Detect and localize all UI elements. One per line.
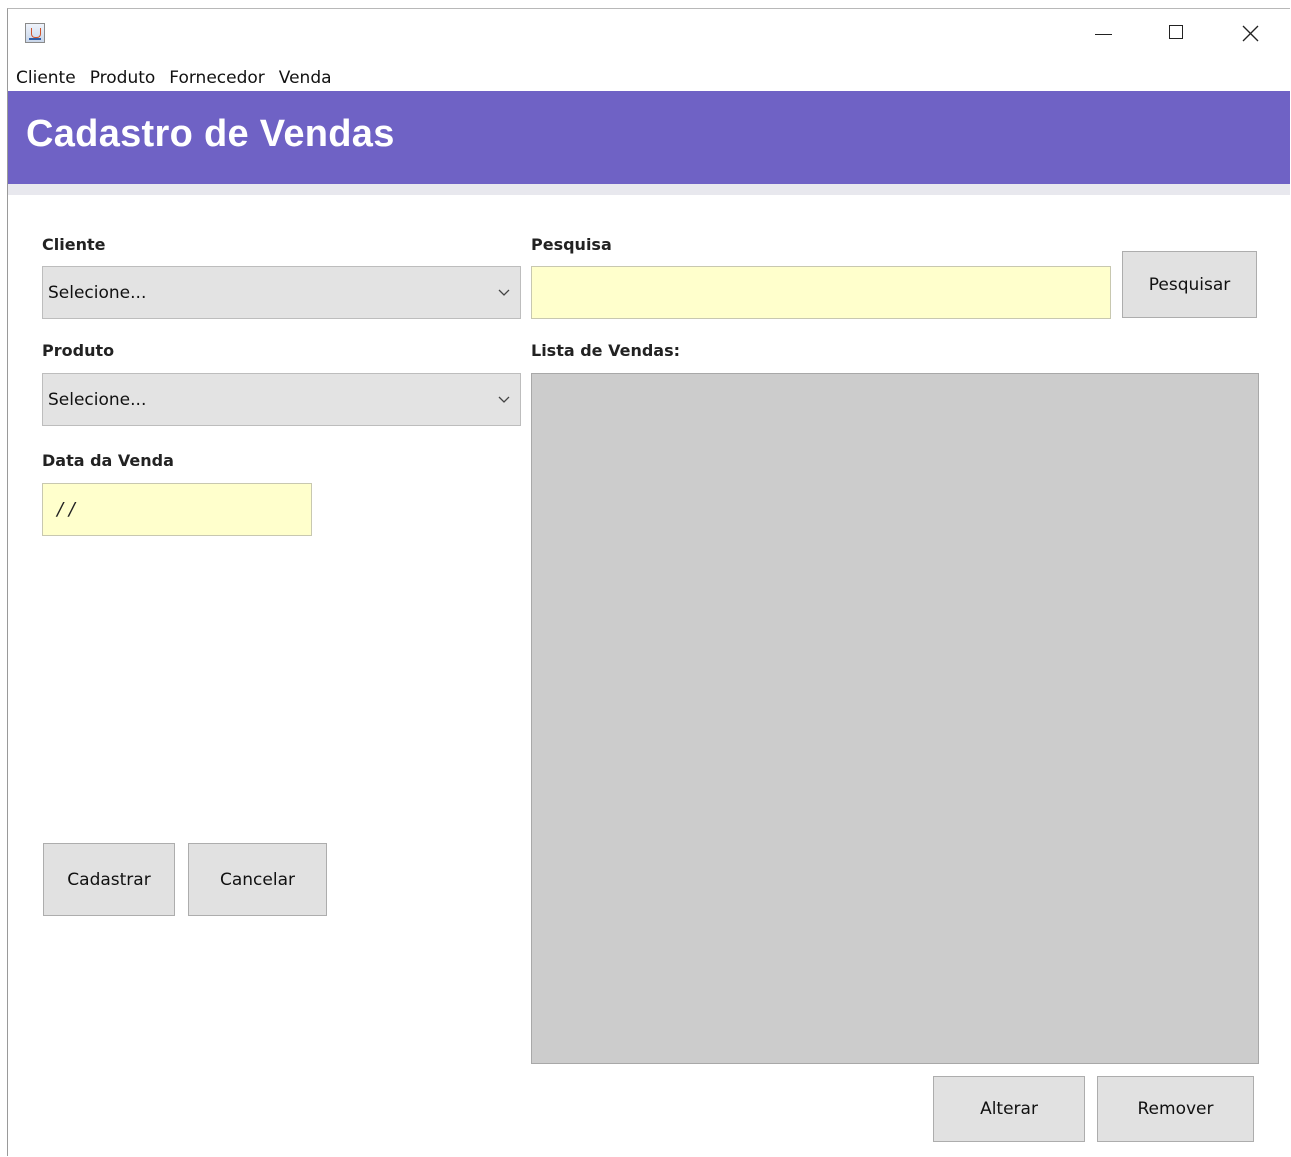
remover-button[interactable]: Remover [1097,1076,1254,1142]
produto-label: Produto [42,341,115,360]
java-app-icon[interactable] [25,23,45,43]
pesquisa-label: Pesquisa [531,235,612,254]
maximize-icon[interactable] [1141,9,1213,57]
close-icon[interactable] [1214,9,1286,57]
sales-list[interactable] [531,373,1259,1064]
data-venda-input[interactable]: / / [42,483,312,536]
app-window: Cliente Produto Fornecedor Venda Cadastr… [7,8,1290,1156]
menu-produto[interactable]: Produto [90,67,156,89]
data-venda-value: / / [57,499,75,520]
alterar-button[interactable]: Alterar [933,1076,1085,1142]
cadastrar-button[interactable]: Cadastrar [43,843,175,916]
menu-cliente[interactable]: Cliente [16,67,76,89]
menu-fornecedor[interactable]: Fornecedor [169,67,264,89]
header-divider [8,184,1290,195]
chevron-down-icon [498,396,510,403]
cliente-label: Cliente [42,235,106,254]
produto-select[interactable]: Selecione... [42,373,521,426]
produto-select-value: Selecione... [48,389,147,410]
menu-bar: Cliente Produto Fornecedor Venda [8,64,346,92]
cliente-select[interactable]: Selecione... [42,266,521,319]
title-bar[interactable] [8,9,1290,57]
data-venda-label: Data da Venda [42,451,174,470]
pesquisar-button[interactable]: Pesquisar [1122,251,1257,318]
minimize-icon[interactable] [1068,9,1140,57]
cancelar-button[interactable]: Cancelar [188,843,327,916]
search-input[interactable] [531,266,1111,319]
cliente-select-value: Selecione... [48,282,147,303]
menu-venda[interactable]: Venda [279,67,332,89]
chevron-down-icon [498,289,510,296]
page-title: Cadastro de Vendas [26,113,395,155]
lista-vendas-label: Lista de Vendas: [531,341,681,360]
